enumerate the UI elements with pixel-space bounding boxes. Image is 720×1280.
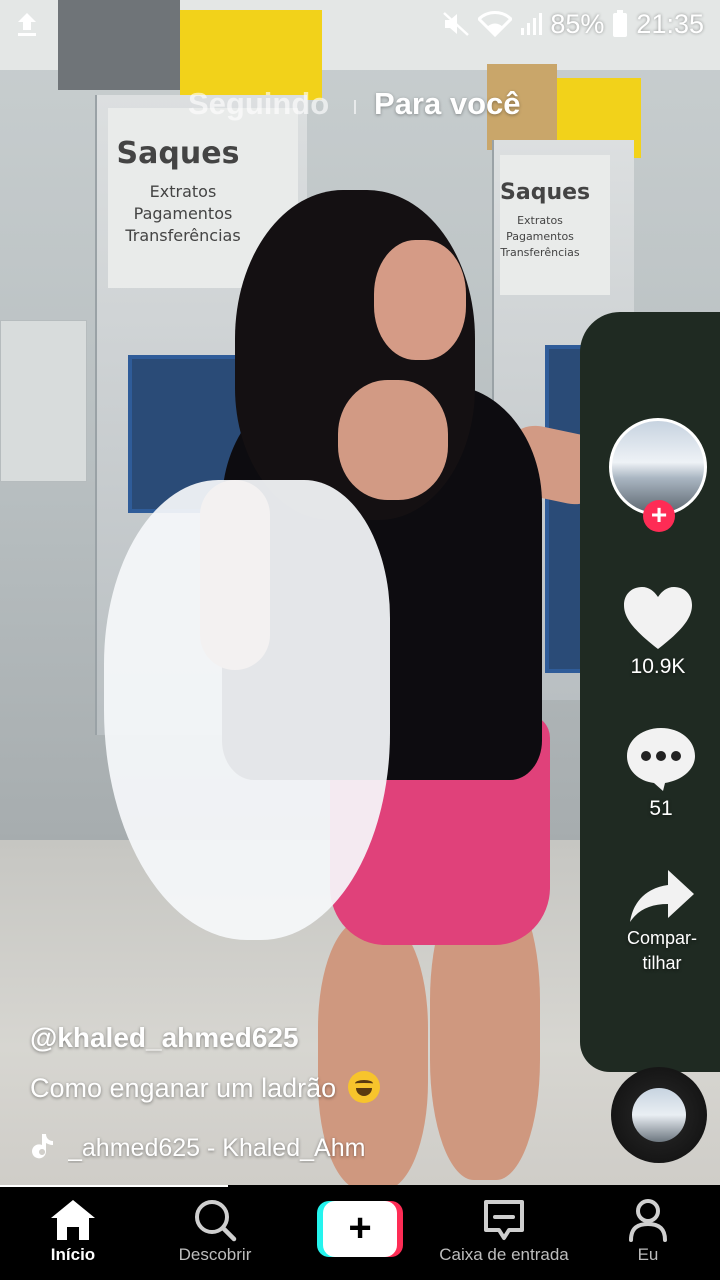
- share-button[interactable]: Compar- tilhar: [607, 868, 717, 974]
- atm-sign-left-title: Saques: [116, 136, 240, 171]
- upload-icon: [14, 10, 40, 38]
- feed-tabs: Seguindo Para você: [0, 82, 720, 132]
- like-count: 10.9K: [630, 655, 686, 678]
- nav-home[interactable]: Início: [20, 1185, 126, 1280]
- battery-percent: 85%: [550, 8, 605, 39]
- share-icon: [607, 868, 717, 924]
- person-face: [374, 240, 466, 360]
- search-icon: [165, 1198, 265, 1242]
- music-title: _ahmed625 - Khaled_Ahm: [68, 1133, 366, 1162]
- clock: 21:35: [636, 8, 704, 39]
- profile-icon: [610, 1198, 686, 1242]
- atm-sign-left-line2: Pagamentos: [133, 204, 233, 223]
- tab-for-you[interactable]: Para você: [374, 86, 521, 122]
- atm-sign-left-line3: Transferências: [125, 226, 241, 245]
- battery-icon: [612, 10, 628, 38]
- follow-plus-button[interactable]: +: [643, 500, 675, 532]
- nav-inbox-label: Caixa de entrada: [439, 1245, 569, 1264]
- nav-discover[interactable]: Descobrir: [165, 1185, 265, 1280]
- nav-home-label: Início: [50, 1245, 96, 1264]
- wall-shelf: [0, 320, 87, 482]
- share-label-line2: tilhar: [642, 953, 682, 973]
- music-note-icon: [30, 1133, 54, 1164]
- wifi-icon: [478, 11, 513, 37]
- music-disc[interactable]: [611, 1067, 707, 1163]
- tab-following[interactable]: Seguindo: [188, 86, 329, 122]
- comment-icon: [606, 725, 716, 793]
- comment-count: 51: [649, 797, 673, 820]
- nav-inbox[interactable]: Caixa de entrada: [430, 1185, 578, 1280]
- home-icon: [20, 1198, 126, 1242]
- nav-me-label: Eu: [637, 1245, 659, 1264]
- create-video-button[interactable]: +: [317, 1201, 403, 1257]
- status-bar: 85% 21:35: [0, 0, 720, 50]
- nav-discover-label: Descobrir: [178, 1245, 252, 1264]
- plastic-bag: [104, 480, 390, 940]
- atm-sign-right-line1: Extratos: [517, 214, 563, 227]
- signal-icon: [520, 12, 543, 36]
- music-info[interactable]: _ahmed625 - Khaled_Ahm: [30, 1131, 390, 1165]
- nav-me[interactable]: Eu: [610, 1185, 686, 1280]
- rolling-laughing-emoji-icon: [347, 1071, 380, 1103]
- video-caption: Como enganar um ladrão: [30, 1071, 380, 1104]
- atm-sign-left-line1: Extratos: [149, 182, 217, 201]
- mute-icon: [442, 11, 470, 37]
- comment-button[interactable]: 51: [606, 725, 716, 821]
- plus-icon: +: [323, 1201, 397, 1257]
- inbox-icon: [430, 1198, 578, 1242]
- tab-divider: [354, 100, 356, 114]
- status-right-group: 85% 21:35: [442, 8, 704, 40]
- atm-sign-right-title: Saques: [500, 180, 591, 205]
- atm-sign-right-line3: Transferências: [500, 246, 580, 259]
- heart-icon: [603, 585, 713, 651]
- caption-text: Como enganar um ladrão: [30, 1073, 337, 1103]
- atm-sign-right-line2: Pagamentos: [506, 230, 574, 243]
- like-button[interactable]: 10.9K: [603, 585, 713, 679]
- person-hand: [338, 380, 448, 500]
- music-disc-cover: [632, 1088, 686, 1142]
- creator-username[interactable]: @khaled_ahmed625: [30, 1022, 299, 1054]
- share-label-line1: Compar-: [626, 928, 697, 948]
- creator-avatar[interactable]: +: [609, 418, 707, 532]
